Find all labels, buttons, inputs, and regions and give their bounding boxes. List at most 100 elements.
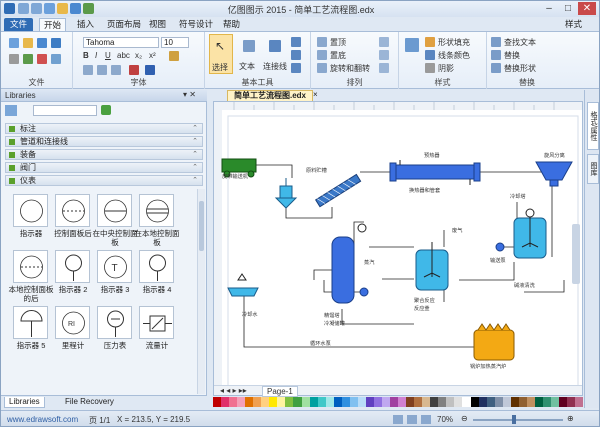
category-instruments[interactable]: 仪表 ⌃ [5,175,203,186]
color-swatch[interactable] [245,397,254,407]
color-swatch[interactable] [309,397,318,407]
text-color-icon[interactable] [169,51,179,61]
print-icon[interactable] [9,54,19,64]
strikethrough-button[interactable]: abc [117,51,130,60]
line-color-icon[interactable] [425,50,435,60]
shape-fill-label[interactable]: 形状填充 [438,37,470,48]
line-icon[interactable] [291,37,301,47]
color-swatch[interactable] [486,397,495,407]
zoom-slider[interactable] [473,419,563,421]
select-tool-button[interactable]: ↖ 选择 [209,34,233,74]
color-swatch[interactable] [398,397,407,407]
color-swatch[interactable] [253,397,262,407]
group-icon[interactable] [379,63,389,73]
symbol-tile[interactable]: T [97,250,132,283]
superscript-button[interactable]: x² [149,51,156,60]
website-link[interactable]: www.edrawsoft.com [7,415,78,424]
color-swatch[interactable] [518,397,527,407]
shadow-label[interactable]: 阴影 [438,63,454,74]
close-tab-icon[interactable]: × [313,90,318,99]
category-callouts[interactable]: 标注 ⌃ [5,123,203,134]
symbol-tile[interactable] [55,194,90,227]
library-scrollbar[interactable] [197,189,205,394]
color-swatch[interactable] [454,397,463,407]
symbol-tile[interactable] [13,194,48,227]
symbol-tile[interactable]: RI [55,306,90,339]
export-icon[interactable] [23,54,33,64]
document-tab[interactable]: 简单工艺流程图.edx [227,90,314,101]
category-pipes[interactable]: 管道和连接线 ⌃ [5,136,203,147]
color-swatch[interactable] [269,397,278,407]
color-swatch[interactable] [502,397,511,407]
fit-width-icon[interactable] [407,415,417,424]
close-button[interactable]: ✕ [578,2,596,15]
open-icon[interactable] [23,38,33,48]
pin-icon[interactable]: ▾ ✕ [183,90,196,99]
color-swatch[interactable] [534,397,543,407]
replace-label[interactable]: 替换 [504,50,520,61]
color-swatch[interactable] [438,397,447,407]
theme-icon[interactable] [405,38,419,52]
font-color-icon[interactable] [129,65,139,75]
color-swatch[interactable] [261,397,270,407]
color-swatch[interactable] [567,397,576,407]
color-swatch[interactable] [237,397,246,407]
line-color-label[interactable]: 线条颜色 [438,50,470,61]
color-swatch[interactable] [317,397,326,407]
color-swatch[interactable] [526,397,535,407]
minimize-button[interactable]: – [540,2,558,15]
menu-home[interactable]: 开始 [39,18,67,31]
color-swatch[interactable] [494,397,503,407]
rotate-flip-label[interactable]: 旋转和翻转 [330,63,370,74]
canvas-vscroll-thumb[interactable] [572,224,580,284]
page-nav-icon[interactable]: ◂ ◂ ▸ ▸▸ [220,386,247,395]
tab-libraries[interactable]: Libraries [4,397,45,408]
find-icon[interactable] [491,37,501,47]
canvas[interactable]: 皮带输送机 原料贮槽 预热器 换热器和管套 旋风分离 冷却塔 蒸汽 废气 输送泵… [213,101,583,397]
symbol-tile[interactable] [139,250,174,283]
color-swatch[interactable] [301,397,310,407]
find-text-label[interactable]: 查找文本 [504,37,536,48]
zoom-out-icon[interactable]: ⊖ [461,414,468,423]
symbol-tile[interactable] [55,250,90,283]
color-swatch[interactable] [550,397,560,407]
align-icon[interactable] [379,37,389,47]
menu-symbol-design[interactable]: 符号设计 [175,18,217,31]
color-swatch[interactable] [430,397,439,407]
align-center-icon[interactable] [97,65,107,75]
align-right-icon[interactable] [111,65,121,75]
color-swatch[interactable] [390,397,399,407]
library-menu-icon[interactable] [5,105,17,116]
pdf-icon[interactable] [37,54,47,64]
color-swatch[interactable] [381,397,391,407]
replace-shape-label[interactable]: 替换形状 [504,63,536,74]
color-swatch[interactable] [213,397,222,407]
bring-front-label[interactable]: 置顶 [330,37,346,48]
rotate-icon[interactable] [317,63,327,73]
font-size-select[interactable]: 10 [161,37,189,48]
color-swatch[interactable] [422,397,431,407]
tab-file-recovery[interactable]: File Recovery [61,397,118,408]
fill-icon[interactable] [425,37,435,47]
file-menu[interactable]: 文件 [4,18,34,31]
color-swatch[interactable] [221,397,230,407]
save-icon[interactable] [37,38,47,48]
menu-page-layout[interactable]: 页面布局 [103,18,145,31]
bold-button[interactable]: B [83,51,89,60]
send-back-label[interactable]: 置底 [330,50,346,61]
shadow-icon[interactable] [425,63,435,73]
menu-help[interactable]: 帮助 [219,18,244,31]
replace-icon[interactable] [491,50,501,60]
tab-gallery[interactable]: 图库 [587,154,599,184]
italic-button[interactable]: I [95,51,97,60]
color-swatch[interactable] [406,397,415,407]
full-screen-icon[interactable] [421,415,431,424]
symbol-tile[interactable] [97,194,132,227]
library-search-input[interactable] [33,105,97,116]
font-name-select[interactable]: Tahoma [83,37,159,48]
ellipse-icon[interactable] [291,63,301,73]
save-as-icon[interactable] [51,38,61,48]
zoom-thumb[interactable] [512,415,516,424]
style-label[interactable]: 样式 [561,18,586,31]
align-left-icon[interactable] [83,65,93,75]
